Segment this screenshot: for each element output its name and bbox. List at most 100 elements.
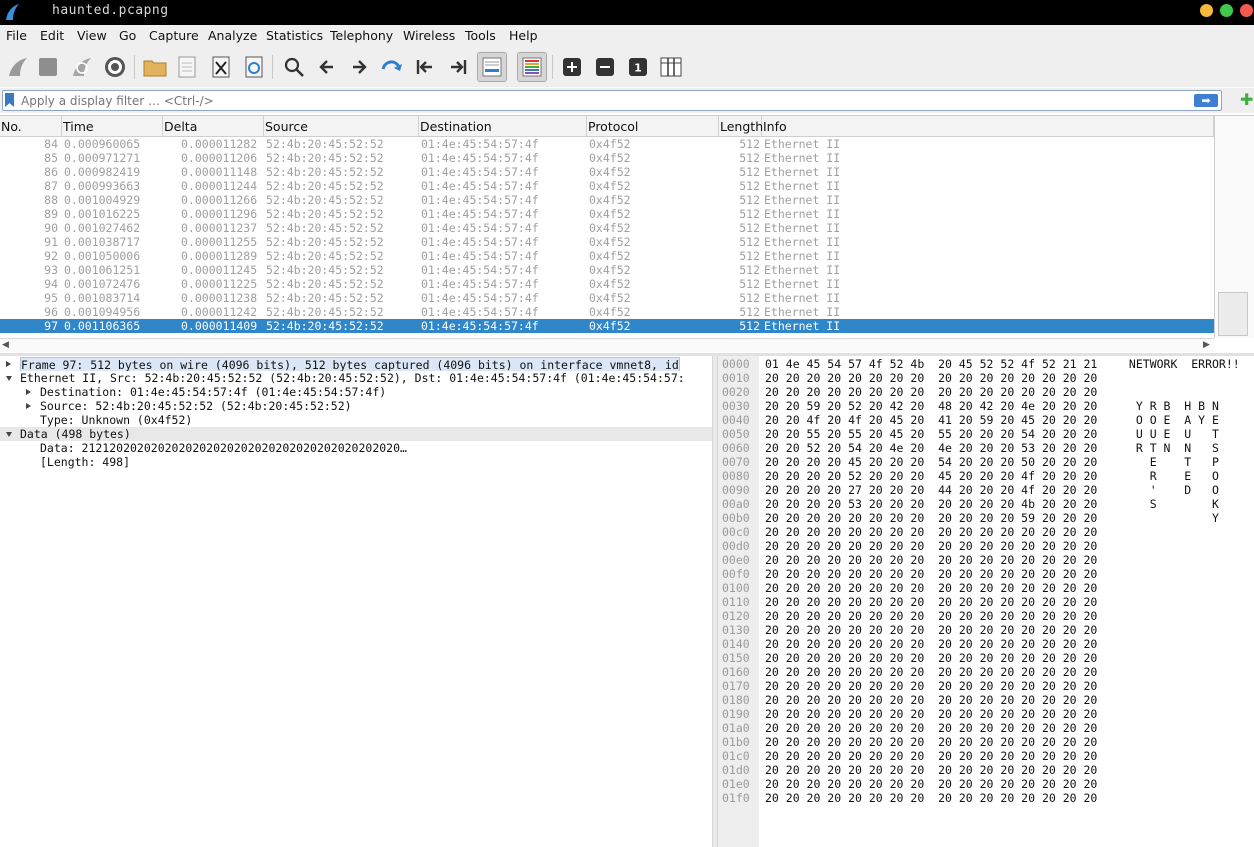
- packet-row[interactable]: 97 0.001106365 0.000011409 52:4b:20:45:52:5…: [0, 319, 1214, 333]
- reload-icon[interactable]: [240, 53, 268, 81]
- packet-row[interactable]: 88 0.001004929 0.000011266 52:4b:20:45:52:5…: [0, 193, 1214, 207]
- details-tree-item[interactable]: Frame 97: 512 bytes on wire (4096 bits),…: [0, 357, 712, 371]
- display-filter-input[interactable]: [2, 90, 1222, 111]
- normal-size-icon[interactable]: 1: [624, 53, 652, 81]
- column-header[interactable]: Length: [719, 116, 763, 137]
- hex-bytes[interactable]: 20 20 20 20 27 20 20 20 44 20 20 20 4f 2…: [765, 483, 1097, 497]
- close-window-button[interactable]: [1240, 4, 1253, 17]
- details-tree-item[interactable]: [Length: 498]: [0, 455, 712, 469]
- hex-bytes[interactable]: 20 20 20 20 20 20 20 20 20 20 20 20 20 2…: [765, 581, 1097, 595]
- forward-arrow-icon[interactable]: [345, 53, 373, 81]
- hex-bytes[interactable]: 20 20 20 20 20 20 20 20 20 20 20 20 20 2…: [765, 539, 1097, 553]
- restart-icon[interactable]: [68, 53, 96, 81]
- stop-icon[interactable]: [34, 53, 62, 81]
- hex-bytes[interactable]: 20 20 20 20 20 20 20 20 20 20 20 20 20 2…: [765, 679, 1097, 693]
- last-packet-icon[interactable]: [444, 53, 472, 81]
- column-header[interactable]: Destination: [419, 116, 587, 137]
- hex-bytes[interactable]: 20 20 20 20 20 20 20 20 20 20 20 20 20 2…: [765, 553, 1097, 567]
- hex-bytes[interactable]: 20 20 20 20 20 20 20 20 20 20 20 20 20 2…: [765, 777, 1097, 791]
- column-header[interactable]: Delta: [163, 116, 264, 137]
- first-packet-icon[interactable]: [411, 53, 439, 81]
- autoscroll-icon[interactable]: [477, 52, 507, 82]
- menu-tools[interactable]: Tools: [465, 28, 496, 43]
- packet-row[interactable]: 86 0.000982419 0.000011148 52:4b:20:45:52:5…: [0, 165, 1214, 179]
- ascii-bytes[interactable]: NETWORK ERROR!!: [1122, 357, 1240, 371]
- details-tree-item[interactable]: Data (498 bytes): [0, 427, 712, 441]
- packet-row[interactable]: 93 0.001061251 0.000011245 52:4b:20:45:52:5…: [0, 263, 1214, 277]
- zoom-out-icon[interactable]: [591, 53, 619, 81]
- hex-bytes[interactable]: 20 20 20 20 20 20 20 20 20 20 20 20 20 2…: [765, 791, 1097, 805]
- hex-bytes[interactable]: 20 20 20 20 53 20 20 20 20 20 20 20 4b 2…: [765, 497, 1097, 511]
- details-tree-item[interactable]: Data: 2121202020202020202020202020202020…: [0, 441, 712, 455]
- minimize-button[interactable]: [1200, 4, 1213, 17]
- ascii-bytes[interactable]: ' D O: [1122, 483, 1219, 497]
- expanded-arrow-icon[interactable]: [6, 376, 12, 381]
- file-icon[interactable]: [173, 53, 201, 81]
- hex-bytes[interactable]: 20 20 20 20 20 20 20 20 20 20 20 20 20 2…: [765, 637, 1097, 651]
- menu-telephony[interactable]: Telephony: [330, 28, 393, 43]
- maximize-button[interactable]: [1220, 4, 1233, 17]
- add-filter-button[interactable]: ✚: [1240, 92, 1253, 108]
- hex-bytes[interactable]: 20 20 4f 20 4f 20 45 20 41 20 59 20 45 2…: [765, 413, 1097, 427]
- menu-statistics[interactable]: Statistics: [266, 28, 323, 43]
- ascii-bytes[interactable]: E T P: [1122, 455, 1219, 469]
- apply-filter-button[interactable]: ➡: [1194, 94, 1218, 107]
- column-header[interactable]: Source: [264, 116, 419, 137]
- close-file-icon[interactable]: [207, 53, 235, 81]
- scroll-left-icon[interactable]: ◀: [2, 340, 9, 350]
- menu-go[interactable]: Go: [119, 28, 136, 43]
- ascii-bytes[interactable]: R E O: [1122, 469, 1219, 483]
- open-folder-icon[interactable]: [141, 53, 169, 81]
- ascii-bytes[interactable]: R T N N S: [1122, 441, 1219, 455]
- hex-bytes[interactable]: 20 20 52 20 54 20 4e 20 4e 20 20 20 53 2…: [765, 441, 1097, 455]
- menu-file[interactable]: File: [6, 28, 27, 43]
- packet-row[interactable]: 90 0.001027462 0.000011237 52:4b:20:45:52:5…: [0, 221, 1214, 235]
- hex-bytes[interactable]: 20 20 20 20 20 20 20 20 20 20 20 20 20 2…: [765, 693, 1097, 707]
- scroll-right-icon[interactable]: ▶: [1203, 340, 1210, 350]
- hex-bytes[interactable]: 20 20 20 20 20 20 20 20 20 20 20 20 20 2…: [765, 665, 1097, 679]
- hex-bytes[interactable]: 20 20 20 20 20 20 20 20 20 20 20 20 20 2…: [765, 609, 1097, 623]
- hex-bytes[interactable]: 20 20 59 20 52 20 42 20 48 20 42 20 4e 2…: [765, 399, 1097, 413]
- column-header[interactable]: Info: [762, 116, 1214, 137]
- packet-row[interactable]: 85 0.000971271 0.000011206 52:4b:20:45:52:5…: [0, 151, 1214, 165]
- go-to-packet-icon[interactable]: [378, 53, 406, 81]
- hex-bytes[interactable]: 20 20 20 20 20 20 20 20 20 20 20 20 20 2…: [765, 385, 1097, 399]
- collapsed-arrow-icon[interactable]: [26, 389, 31, 395]
- column-header[interactable]: No.: [0, 116, 62, 137]
- hex-bytes[interactable]: 20 20 20 20 45 20 20 20 54 20 20 20 50 2…: [765, 455, 1097, 469]
- packet-row[interactable]: 89 0.001016225 0.000011296 52:4b:20:45:52:5…: [0, 207, 1214, 221]
- collapsed-arrow-icon[interactable]: [26, 403, 31, 409]
- details-tree-item[interactable]: Source: 52:4b:20:45:52:52 (52:4b:20:45:5…: [0, 399, 712, 413]
- hex-bytes[interactable]: 20 20 20 20 20 20 20 20 20 20 20 20 20 2…: [765, 595, 1097, 609]
- ascii-bytes[interactable]: Y R B H B N: [1122, 399, 1219, 413]
- details-tree-item[interactable]: Ethernet II, Src: 52:4b:20:45:52:52 (52:…: [0, 371, 712, 385]
- hex-bytes[interactable]: 20 20 55 20 55 20 45 20 55 20 20 20 54 2…: [765, 427, 1097, 441]
- ascii-bytes[interactable]: U U E U T: [1122, 427, 1219, 441]
- details-tree-item[interactable]: Destination: 01:4e:45:54:57:4f (01:4e:45…: [0, 385, 712, 399]
- ascii-bytes[interactable]: Y: [1122, 511, 1219, 525]
- packet-row[interactable]: 87 0.000993663 0.000011244 52:4b:20:45:52:5…: [0, 179, 1214, 193]
- hex-bytes[interactable]: 20 20 20 20 52 20 20 20 45 20 20 20 4f 2…: [765, 469, 1097, 483]
- packet-row[interactable]: 95 0.001083714 0.000011238 52:4b:20:45:52:5…: [0, 291, 1214, 305]
- options-gear-icon[interactable]: [101, 53, 129, 81]
- hex-bytes[interactable]: 20 20 20 20 20 20 20 20 20 20 20 20 59 2…: [765, 511, 1097, 525]
- zoom-in-icon[interactable]: [558, 53, 586, 81]
- resize-columns-icon[interactable]: [657, 53, 685, 81]
- colorize-icon[interactable]: [517, 52, 547, 82]
- hex-bytes[interactable]: 20 20 20 20 20 20 20 20 20 20 20 20 20 2…: [765, 651, 1097, 665]
- packet-row[interactable]: 94 0.001072476 0.000011225 52:4b:20:45:52:5…: [0, 277, 1214, 291]
- menu-edit[interactable]: Edit: [40, 28, 64, 43]
- hex-bytes[interactable]: 20 20 20 20 20 20 20 20 20 20 20 20 20 2…: [765, 371, 1097, 385]
- column-header[interactable]: Protocol: [587, 116, 719, 137]
- column-header[interactable]: Time: [62, 116, 163, 137]
- hex-bytes[interactable]: 01 4e 45 54 57 4f 52 4b 20 45 52 52 4f 5…: [765, 357, 1097, 371]
- details-tree-item[interactable]: Type: Unknown (0x4f52): [0, 413, 712, 427]
- hex-bytes[interactable]: 20 20 20 20 20 20 20 20 20 20 20 20 20 2…: [765, 735, 1097, 749]
- search-icon[interactable]: [280, 53, 308, 81]
- scrollbar-thumb[interactable]: [1218, 292, 1248, 336]
- hex-bytes[interactable]: 20 20 20 20 20 20 20 20 20 20 20 20 20 2…: [765, 707, 1097, 721]
- ascii-bytes[interactable]: O O E A Y E: [1122, 413, 1219, 427]
- packet-list-horizontal-scrollbar[interactable]: ◀ ▶: [0, 338, 1214, 352]
- menu-analyze[interactable]: Analyze: [208, 28, 257, 43]
- packet-row[interactable]: 91 0.001038717 0.000011255 52:4b:20:45:52:5…: [0, 235, 1214, 249]
